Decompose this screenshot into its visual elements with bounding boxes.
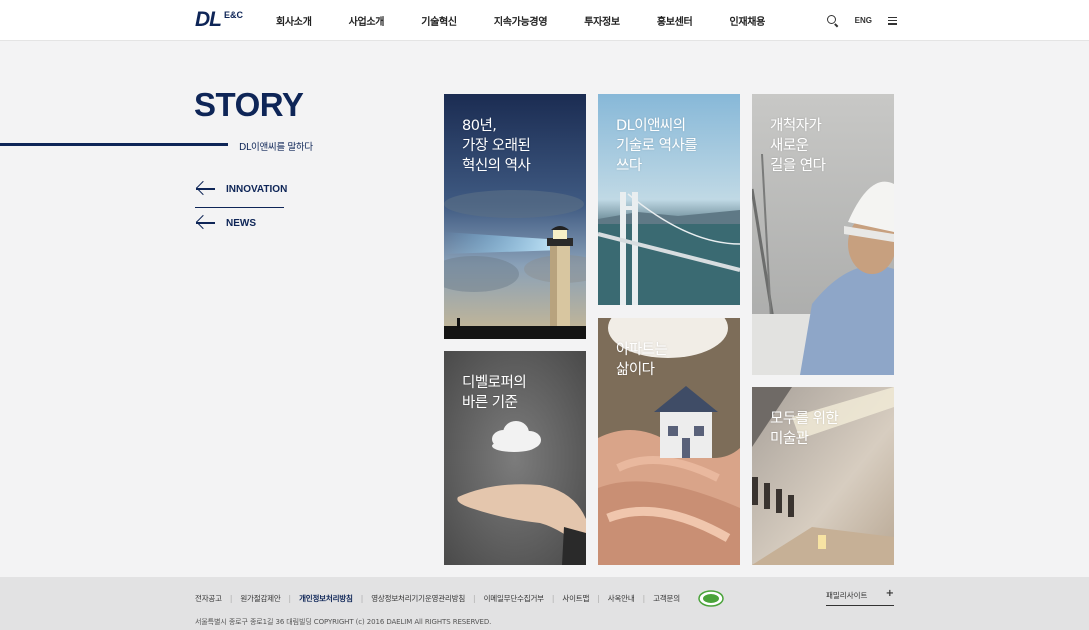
title-rule (0, 143, 228, 146)
nav-item-company[interactable]: 회사소개 (276, 13, 312, 28)
footer-link-email-refusal[interactable]: 이메일무단수집거부 (484, 593, 545, 604)
tile-pioneer-text: 개척자가 새로운 길을 연다 (770, 118, 826, 174)
nav-item-technology[interactable]: 기술혁신 (421, 13, 457, 28)
logo-sub: E&C (224, 10, 244, 20)
footer-links: 전자공고 | 원가절감제안 | 개인정보처리방침 | 영상정보처리기기운영관리방… (195, 590, 724, 607)
news-label: NEWS (226, 217, 256, 229)
innovation-link[interactable]: INNOVATION (195, 180, 288, 196)
tile-apartment[interactable]: 아파트는 삶이다 (598, 318, 740, 565)
search-icon[interactable] (826, 14, 839, 27)
header: DL E&C 회사소개 사업소개 기술혁신 지속가능경영 투자정보 홍보센터 인… (0, 0, 1089, 41)
innovation-underline (195, 207, 284, 208)
language-switch[interactable]: ENG (855, 16, 872, 25)
tile-pioneer[interactable]: 개척자가 새로운 길을 연다 (752, 94, 894, 375)
tile-technology[interactable]: DL이앤씨의 기술로 역사를 쓰다 (598, 94, 740, 305)
web-accessibility-icon (698, 590, 724, 607)
menu-icon[interactable] (888, 16, 897, 25)
innovation-label: INNOVATION (226, 183, 288, 195)
tile-apartment-text: 아파트는 삶이다 (616, 342, 668, 378)
tile-technology-text: DL이앤씨의 기술로 역사를 쓰다 (616, 118, 698, 174)
family-site-dropdown[interactable]: 패밀리사이트 + (826, 588, 894, 606)
tile-museum-text: 모두를 위한 미술관 (770, 411, 839, 447)
copyright: 서울특별시 종로구 종로1길 36 대림빌딩 COPYRIGHT (c) 201… (195, 618, 492, 626)
footer-link-privacy[interactable]: 개인정보처리방침 (299, 593, 353, 604)
tile-developer[interactable]: 디벨로퍼의 바른 기준 (444, 351, 586, 565)
tile-history-text: 80년, 가장 오래된 혁신의 역사 (462, 118, 531, 174)
arrow-left-icon (195, 214, 215, 230)
nav-item-careers[interactable]: 인재채용 (729, 13, 765, 28)
header-utilities: ENG (826, 0, 897, 41)
footer-link-notice[interactable]: 전자공고 (195, 593, 222, 604)
footer-link-cctv[interactable]: 영상정보처리기기운영관리방침 (371, 593, 465, 604)
footer-link-office[interactable]: 사옥안내 (608, 593, 635, 604)
nav-item-sustainability[interactable]: 지속가능경영 (494, 13, 548, 28)
tile-developer-text: 디벨로퍼의 바른 기준 (462, 375, 527, 411)
nav-item-pr[interactable]: 홍보센터 (657, 13, 693, 28)
nav-item-investor[interactable]: 투자정보 (584, 13, 620, 28)
tile-museum[interactable]: 모두를 위한 미술관 (752, 387, 894, 565)
footer-link-sitemap[interactable]: 사이트맵 (562, 593, 589, 604)
plus-icon: + (885, 588, 894, 599)
tile-history[interactable]: 80년, 가장 오래된 혁신의 역사 (444, 94, 586, 339)
page-title: STORY (194, 86, 304, 123)
logo[interactable]: DL E&C (195, 9, 243, 31)
footer: 전자공고 | 원가절감제안 | 개인정보처리방침 | 영상정보처리기기운영관리방… (0, 577, 1089, 630)
news-link[interactable]: NEWS (195, 214, 256, 230)
arrow-left-icon (195, 180, 215, 196)
page-subtitle: DL이앤씨를 말하다 (239, 142, 313, 153)
footer-link-cost-proposal[interactable]: 원가절감제안 (240, 593, 280, 604)
footer-link-contact[interactable]: 고객문의 (653, 593, 680, 604)
family-site-label: 패밀리사이트 (826, 591, 868, 600)
logo-main: DL (195, 8, 222, 31)
nav-item-business[interactable]: 사업소개 (349, 13, 385, 28)
main-nav: 회사소개 사업소개 기술혁신 지속가능경영 투자정보 홍보센터 인재채용 (276, 0, 802, 41)
